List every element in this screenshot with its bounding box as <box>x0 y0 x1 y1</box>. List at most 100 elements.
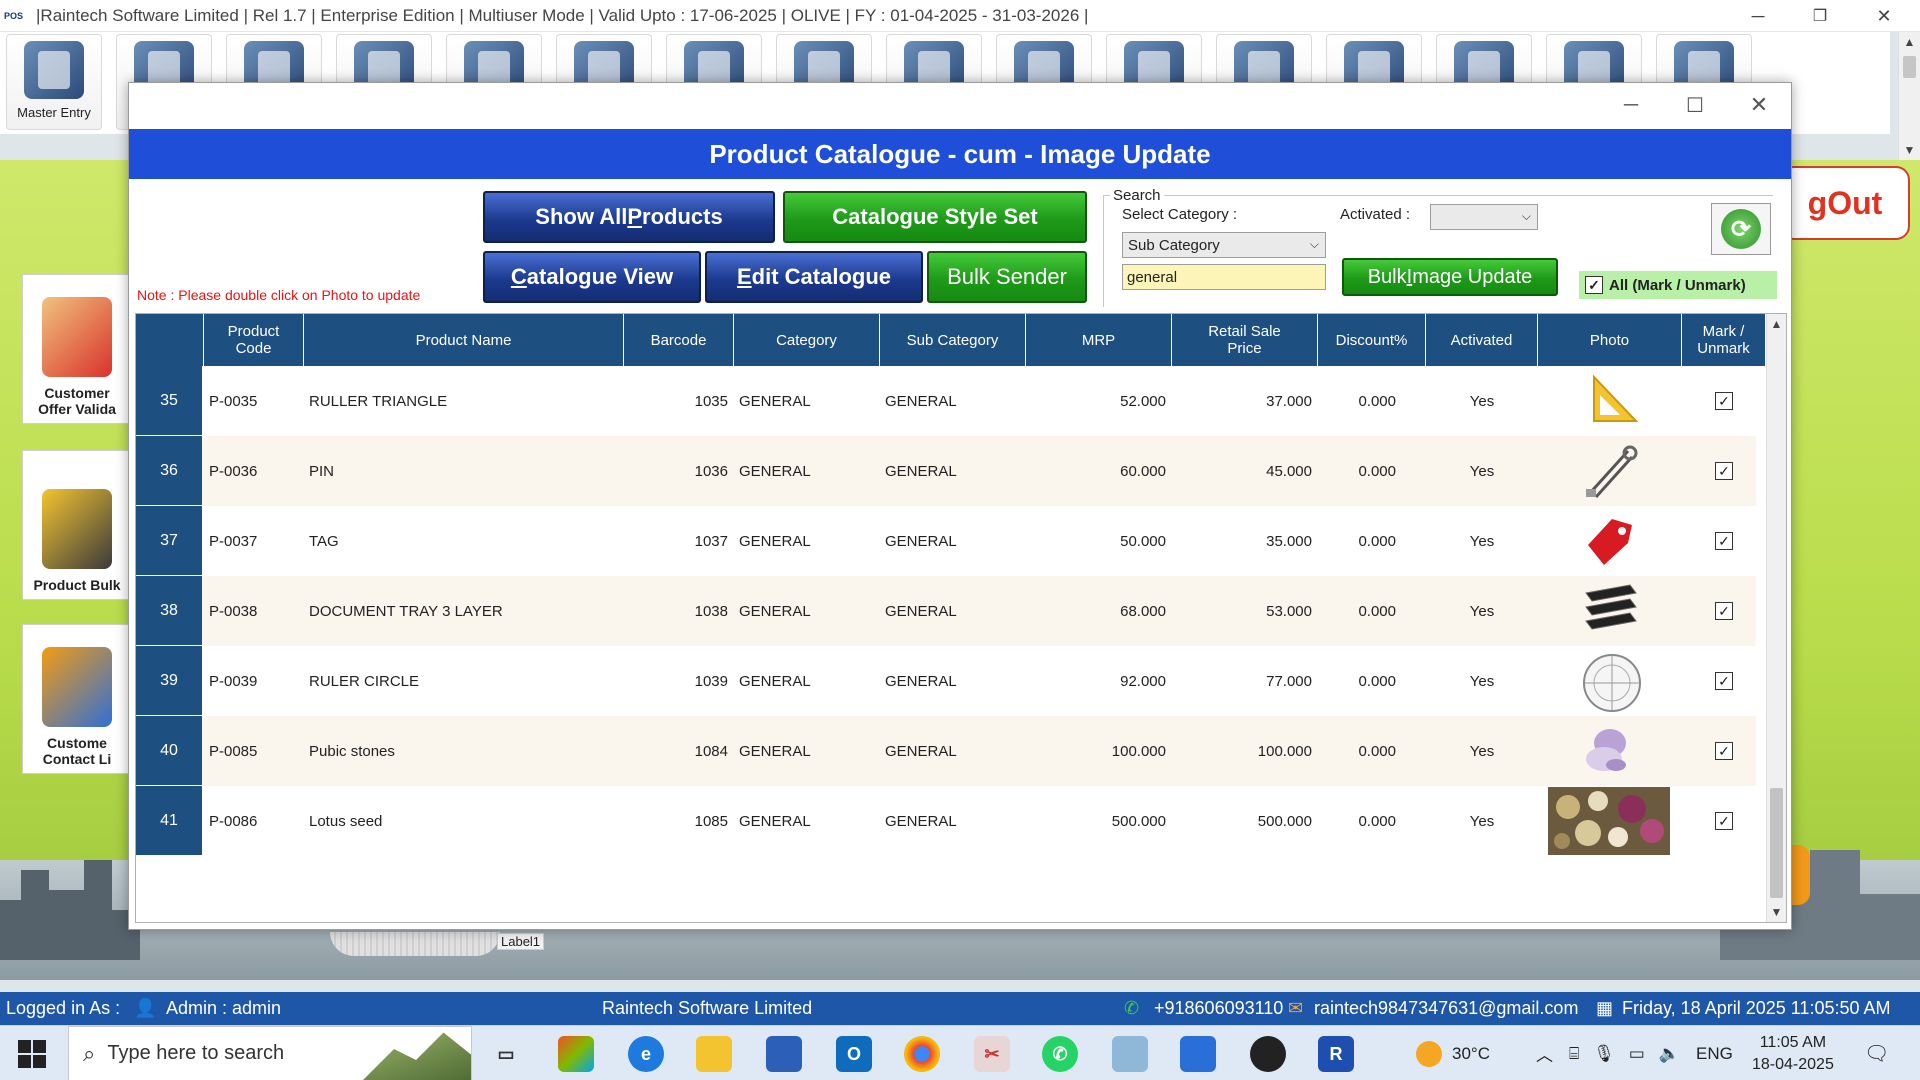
mark-checkbox[interactable]: ✓ <box>1715 742 1733 760</box>
table-row[interactable]: 37 P-0037 TAG 1037 GENERAL GENERAL 50.000 35.00… <box>136 506 1756 576</box>
bulk-sender-button[interactable]: Bulk Sender <box>927 251 1087 303</box>
note-text: Note : Please double click on Photo to u… <box>137 287 421 303</box>
mark-checkbox[interactable]: ✓ <box>1715 462 1733 480</box>
whatsapp-icon[interactable]: ✆ <box>1042 1036 1078 1072</box>
edit-catalogue-button[interactable]: Edit Catalogue <box>705 251 923 303</box>
column-header-retail-sale-price[interactable]: Retail Sale Price <box>1172 314 1318 366</box>
mark-checkbox[interactable]: ✓ <box>1715 812 1733 830</box>
logged-in-label: Logged in As : <box>6 998 121 1018</box>
lotus-seed-photo[interactable] <box>1548 787 1670 859</box>
taskbar-search[interactable]: ⌕ <box>68 1026 472 1080</box>
chrome-icon[interactable] <box>904 1036 940 1072</box>
scroll-down-icon[interactable]: ▼ <box>1899 140 1920 160</box>
microphone-icon[interactable]: 🎙 <box>1593 1044 1615 1064</box>
activated-select[interactable]: ⌵ <box>1430 204 1538 230</box>
table-row[interactable]: 39 P-0039 RULER CIRCLE 1039 GENERAL GENERAL 92… <box>136 646 1756 716</box>
window-maximize-button[interactable]: ☐ <box>1665 87 1725 123</box>
column-header-category[interactable]: Category <box>734 314 880 366</box>
cell-barcode: 1084 <box>694 742 728 760</box>
catalogue-style-set-button[interactable]: Catalogue Style Set <box>783 191 1087 243</box>
chevron-up-icon[interactable]: ︿ <box>1536 1041 1553 1066</box>
document-tray-photo[interactable] <box>1580 581 1640 641</box>
column-header-sub-category[interactable]: Sub Category <box>880 314 1026 366</box>
show-all-products-button[interactable]: Show All Products <box>483 191 775 243</box>
outlook-icon[interactable]: O <box>836 1036 872 1072</box>
safety-pin-photo[interactable] <box>1580 441 1640 505</box>
triangle-ruler-photo[interactable] <box>1580 371 1640 431</box>
scroll-down-icon[interactable]: ▼ <box>1767 902 1786 922</box>
circle-protractor-photo[interactable] <box>1580 651 1644 719</box>
table-row[interactable]: 38 P-0038 DOCUMENT TRAY 3 LAYER 1038 GENERAL… <box>136 576 1756 646</box>
window-close-button[interactable]: ✕ <box>1729 87 1789 123</box>
customer-offer-card[interactable]: Customer Offer Valida <box>22 274 132 424</box>
network-icon[interactable]: ⌸ <box>1569 1044 1579 1064</box>
clock[interactable]: 11:05 AM 18-04-2025 <box>1752 1026 1834 1080</box>
system-tray[interactable]: ︿ ⌸ 🎙 ▭ 🔈 ENG <box>1536 1026 1733 1080</box>
mark-checkbox[interactable]: ✓ <box>1715 532 1733 550</box>
scroll-up-icon[interactable]: ▲ <box>1767 314 1786 334</box>
store-icon[interactable] <box>766 1036 802 1072</box>
column-header-barcode[interactable]: Barcode <box>624 314 734 366</box>
edge-icon[interactable]: e <box>628 1036 664 1072</box>
app-icon[interactable] <box>1180 1036 1216 1072</box>
file-explorer-icon[interactable] <box>696 1036 732 1072</box>
customer-contact-card[interactable]: Custome Contact Li <box>22 624 132 774</box>
media-icon[interactable] <box>1250 1036 1286 1072</box>
logout-button[interactable]: gOut <box>1780 166 1910 240</box>
product-bulk-label: Product Bulk <box>33 577 121 593</box>
cell-activated: Yes <box>1469 812 1495 830</box>
copilot-icon[interactable] <box>558 1036 594 1072</box>
category-select[interactable]: Sub Category ⌵ <box>1122 232 1326 258</box>
app-scrollbar[interactable]: ▲ ▼ <box>1898 32 1920 160</box>
all-mark-unmark-checkbox[interactable]: ✓ All (Mark / Unmark) <box>1579 271 1777 299</box>
column-header-mark-unmark[interactable]: Mark / Unmark <box>1682 314 1766 366</box>
checkbox-icon[interactable]: ✓ <box>1585 276 1603 294</box>
red-tag-photo[interactable] <box>1580 511 1640 571</box>
cell-rsp: 45.000 <box>1266 462 1312 480</box>
task-view-icon[interactable]: ▭ <box>488 1036 524 1072</box>
column-header-activated[interactable]: Activated <box>1426 314 1538 366</box>
notification-icon[interactable]: 🗨 <box>1864 1026 1889 1080</box>
cell-barcode: 1038 <box>694 602 728 620</box>
search-text-input[interactable]: general <box>1122 264 1326 290</box>
mark-checkbox[interactable]: ✓ <box>1715 602 1733 620</box>
language-indicator[interactable]: ENG <box>1696 1044 1733 1064</box>
table-row[interactable]: 41 P-0086 Lotus seed 1085 GENERAL GENERAL 500.… <box>136 786 1756 856</box>
column-header-discount[interactable]: Discount% <box>1318 314 1426 366</box>
product-bulk-card[interactable]: Product Bulk <box>22 450 132 600</box>
scroll-up-icon[interactable]: ▲ <box>1899 32 1920 52</box>
catalogue-view-button[interactable]: Catalogue View <box>483 251 701 303</box>
pebble-stones-photo[interactable] <box>1580 721 1636 781</box>
scroll-thumb[interactable] <box>1903 56 1916 78</box>
snipping-tool-icon[interactable]: ✂ <box>974 1036 1010 1072</box>
customer-offer-label: Customer Offer Valida <box>38 385 116 417</box>
app-restore-button[interactable]: ❐ <box>1792 0 1848 32</box>
window-minimize-button[interactable]: ─ <box>1601 87 1661 123</box>
refresh-button[interactable]: ⟳ <box>1711 203 1771 255</box>
display-icon[interactable]: ▭ <box>1629 1044 1645 1064</box>
notes-icon[interactable] <box>1112 1036 1148 1072</box>
sun-icon <box>1416 1040 1442 1067</box>
raintech-app-icon[interactable]: R <box>1318 1036 1354 1072</box>
volume-icon[interactable]: 🔈 <box>1659 1044 1680 1064</box>
table-row[interactable]: 40 P-0085 Pubic stones 1084 GENERAL GENERAL 10… <box>136 716 1756 786</box>
master-entry-button[interactable]: Master Entry <box>6 34 102 130</box>
column-header-product-name[interactable]: Product Name <box>304 314 624 366</box>
table-row[interactable]: 35 P-0035 RULLER TRIANGLE 1035 GENERAL GENERA… <box>136 366 1756 436</box>
column-header-mrp[interactable]: MRP <box>1026 314 1172 366</box>
mark-checkbox[interactable]: ✓ <box>1715 392 1733 410</box>
bulk-image-update-button[interactable]: Bulk Image Update <box>1342 258 1558 296</box>
column-header-product-code[interactable]: Product Code <box>204 314 304 366</box>
activated-label: Activated : <box>1340 206 1411 223</box>
app-close-button[interactable]: ✕ <box>1856 0 1912 32</box>
column-header-photo[interactable]: Photo <box>1538 314 1682 366</box>
app-minimize-button[interactable]: ─ <box>1730 0 1786 32</box>
cell-category: GENERAL <box>739 532 811 550</box>
grid-scrollbar[interactable]: ▲ ▼ <box>1766 314 1786 922</box>
table-row[interactable]: 36 P-0036 PIN 1036 GENERAL GENERAL 60.000 45.00… <box>136 436 1756 506</box>
mark-checkbox[interactable]: ✓ <box>1715 672 1733 690</box>
windows-start-icon[interactable] <box>18 1040 46 1068</box>
taskbar-search-input[interactable] <box>107 1042 328 1065</box>
scroll-thumb[interactable] <box>1770 788 1783 898</box>
weather-widget[interactable]: 30°C <box>1416 1026 1490 1080</box>
